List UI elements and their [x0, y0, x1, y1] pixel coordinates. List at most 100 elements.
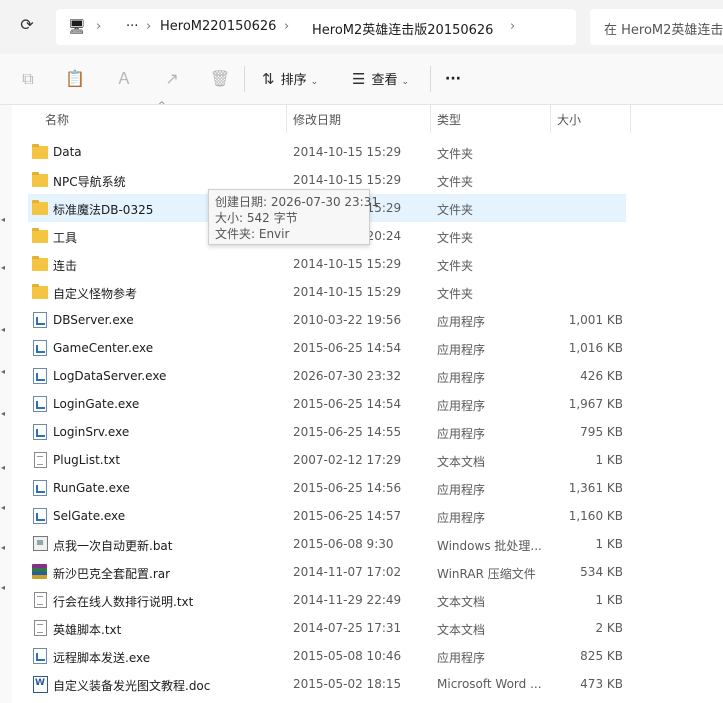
- file-row[interactable]: PlugList.txt 2007-02-12 17:29 文本文档 1 KB: [28, 446, 626, 474]
- file-row[interactable]: LoginSrv.exe 2015-06-25 14:55 应用程序 795 KB: [28, 418, 626, 446]
- view-button[interactable]: ☰ 查看 ⌄: [352, 68, 409, 90]
- file-date: 2015-06-25 14:55: [293, 425, 402, 439]
- sort-button[interactable]: ⇅ 排序 ⌄: [262, 68, 318, 90]
- file-row[interactable]: 英雄脚本.txt 2014-07-25 17:31 文本文档 2 KB: [28, 614, 626, 642]
- file-row[interactable]: LogDataServer.exe 2026-07-30 23:32 应用程序 426…: [28, 362, 626, 390]
- file-date: 2015-06-25 14:54: [293, 341, 402, 355]
- file-type: 应用程序: [437, 371, 486, 385]
- chevron-right-icon: ›: [284, 19, 290, 34]
- file-type: 应用程序: [437, 427, 486, 441]
- folder-icon: [32, 200, 48, 216]
- file-name: 新沙巴克全套配置.rar: [53, 567, 171, 581]
- chevron-right-icon[interactable]: ›: [510, 19, 515, 34]
- file-type: 文件夹: [437, 259, 474, 273]
- file-size: 1,361 KB: [568, 481, 623, 495]
- breadcrumb-item[interactable]: HeroM2英雄连击版20150626: [312, 19, 493, 38]
- delete-icon[interactable]: 🗑: [209, 68, 231, 90]
- pin-icon: ◂: [1, 325, 6, 334]
- file-type: 文本文档: [437, 455, 486, 469]
- copy-icon[interactable]: ⧉: [17, 68, 39, 90]
- file-row[interactable]: 行会在线人数排行说明.txt 2014-11-29 22:49 文本文档 1 KB: [28, 586, 626, 614]
- file-type: 文本文档: [437, 623, 486, 637]
- file-date: 2014-11-07 17:02: [293, 565, 402, 579]
- file-date: 2015-06-25 14:56: [293, 481, 402, 495]
- file-row[interactable]: RunGate.exe 2015-06-25 14:56 应用程序 1,361 KB: [28, 474, 626, 502]
- file-row[interactable]: DBServer.exe 2010-03-22 19:56 应用程序 1,001 KB: [28, 306, 626, 334]
- pin-icon: ◂: [1, 463, 6, 472]
- share-icon[interactable]: ↗: [161, 68, 183, 90]
- file-size: 473 KB: [580, 677, 623, 691]
- file-name: LoginGate.exe: [53, 397, 140, 411]
- file-date: 2015-06-08 9:30: [293, 537, 394, 551]
- file-date: 2015-06-25 14:57: [293, 509, 402, 523]
- tooltip-size: 大小: 542 字节: [215, 211, 298, 225]
- file-type: 应用程序: [437, 483, 486, 497]
- column-date[interactable]: 修改日期: [293, 111, 341, 128]
- sort-ascending-icon: ^: [158, 101, 166, 111]
- file-name: 点我一次自动更新.bat: [53, 539, 173, 553]
- application-icon: [32, 480, 48, 496]
- file-date: 2015-05-02 18:15: [293, 677, 402, 691]
- file-size: 1,001 KB: [568, 313, 623, 327]
- file-date: 2014-11-29 22:49: [293, 593, 402, 607]
- view-label: 查看: [371, 73, 398, 88]
- text-file-icon: [32, 620, 48, 636]
- file-name: 行会在线人数排行说明.txt: [53, 595, 194, 609]
- column-divider[interactable]: [430, 105, 431, 133]
- file-size: 1 KB: [595, 537, 623, 551]
- file-date: 2014-10-15 15:29: [293, 145, 402, 159]
- file-type: 文件夹: [437, 231, 474, 245]
- file-name: NPC导航系统: [53, 175, 126, 189]
- search-input[interactable]: 在 HeroM2英雄连击: [590, 9, 723, 45]
- breadcrumb-item[interactable]: HeroM220150626: [160, 19, 276, 34]
- file-size: 1,967 KB: [568, 397, 623, 411]
- file-size: 1 KB: [595, 453, 623, 467]
- file-row[interactable]: SelGate.exe 2015-06-25 14:57 应用程序 1,160 KB: [28, 502, 626, 530]
- file-date: 2007-02-12 17:29: [293, 453, 402, 467]
- file-row[interactable]: 远程脚本发送.exe 2015-05-08 10:46 应用程序 825 KB: [28, 642, 626, 670]
- column-type[interactable]: 类型: [437, 111, 461, 128]
- file-row[interactable]: GameCenter.exe 2015-06-25 14:54 应用程序 1,016 …: [28, 334, 626, 362]
- file-type: Windows 批处理...: [437, 539, 542, 553]
- file-row[interactable]: LoginGate.exe 2015-06-25 14:54 应用程序 1,967 K…: [28, 390, 626, 418]
- file-size: 795 KB: [580, 425, 623, 439]
- pin-icon: ◂: [1, 503, 6, 512]
- more-crumbs-icon[interactable]: ···: [126, 19, 138, 34]
- file-name: 英雄脚本.txt: [53, 623, 122, 637]
- file-name: RunGate.exe: [53, 481, 130, 495]
- file-row[interactable]: Data 2014-10-15 15:29 文件夹: [28, 138, 626, 166]
- column-name[interactable]: 名称: [45, 111, 69, 128]
- column-header: ^ 名称 修改日期 类型 大小: [16, 101, 723, 133]
- breadcrumb[interactable]: 🖥 › ··· › HeroM220150626 › HeroM2英雄连击版20…: [56, 9, 576, 45]
- file-row[interactable]: 自定义装备发光图文教程.doc 2015-05-02 18:15 Microsoft…: [28, 670, 626, 698]
- file-type: 文件夹: [437, 147, 474, 161]
- rename-icon[interactable]: Ａ: [113, 68, 135, 90]
- pin-icon: ◂: [1, 215, 6, 224]
- application-icon: [32, 648, 48, 664]
- file-row[interactable]: 连击 2014-10-15 15:29 文件夹: [28, 250, 626, 278]
- column-divider[interactable]: [286, 105, 287, 133]
- paste-icon[interactable]: 📋: [64, 68, 86, 90]
- column-size[interactable]: 大小: [557, 111, 581, 128]
- file-name: GameCenter.exe: [53, 341, 154, 355]
- file-size: 1 KB: [595, 593, 623, 607]
- column-divider[interactable]: [550, 105, 551, 133]
- file-name: LogDataServer.exe: [53, 369, 167, 383]
- file-row[interactable]: 点我一次自动更新.bat 2015-06-08 9:30 Windows 批处理..…: [28, 530, 626, 558]
- column-divider[interactable]: [630, 105, 631, 133]
- tooltip-folder: 文件夹: Envir: [215, 227, 290, 241]
- navigation-pane: ◂ ◂ ◂ ◂ ◂ ◂ ◂ ◂ ◂: [0, 105, 12, 703]
- more-options-button[interactable]: ···: [445, 68, 461, 90]
- file-date: 2026-07-30 23:32: [293, 369, 402, 383]
- file-type: 文件夹: [437, 287, 474, 301]
- file-name: SelGate.exe: [53, 509, 126, 523]
- computer-icon[interactable]: 🖥: [68, 19, 86, 35]
- file-row[interactable]: 新沙巴克全套配置.rar 2014-11-07 17:02 WinRAR 压缩文件 5…: [28, 558, 626, 586]
- file-date: 2015-05-08 10:46: [293, 649, 402, 663]
- refresh-icon[interactable]: ⟳: [16, 14, 38, 36]
- pin-icon: ◂: [1, 367, 6, 376]
- file-date: 2014-07-25 17:31: [293, 621, 402, 635]
- file-size: 1,160 KB: [568, 509, 623, 523]
- file-row[interactable]: 自定义怪物参考 2014-10-15 15:29 文件夹: [28, 278, 626, 306]
- file-name: 远程脚本发送.exe: [53, 651, 151, 665]
